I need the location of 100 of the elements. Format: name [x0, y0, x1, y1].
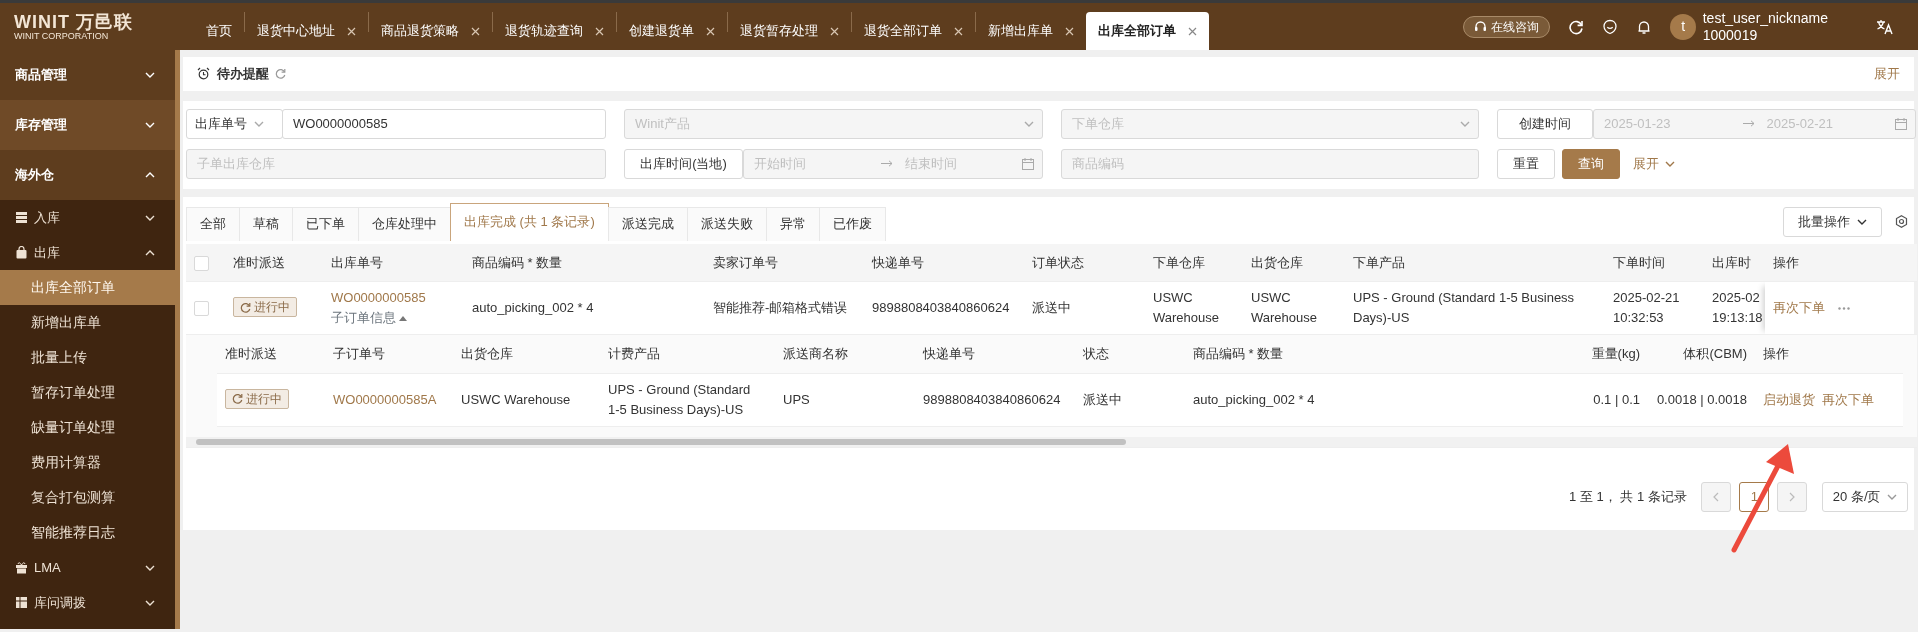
text-input[interactable]: WO0000000585: [291, 112, 597, 135]
sidebar-link[interactable]: 出库全部订单: [0, 270, 175, 305]
page-tab[interactable]: 商品退货策略: [369, 12, 492, 50]
close-icon[interactable]: [830, 26, 839, 36]
page-tab[interactable]: 退货中心地址: [245, 12, 368, 50]
close-icon[interactable]: [1065, 26, 1074, 36]
column-header: 出库时: [1706, 243, 1765, 282]
column-header: 下单时间: [1605, 243, 1706, 282]
page-tab[interactable]: 退货全部订单: [852, 12, 975, 50]
page-tab[interactable]: 出库全部订单: [1086, 12, 1209, 50]
chevron-left-icon: [1713, 491, 1720, 502]
close-icon[interactable]: [471, 26, 480, 36]
search-button[interactable]: 查询: [1561, 148, 1620, 179]
chevron-down-icon: [1887, 493, 1897, 500]
refresh-icon: [275, 68, 286, 79]
action-link[interactable]: 启动退货: [1763, 389, 1815, 410]
table-cell: UPS - Ground (Standard 1-5 Business Days)-US: [1345, 281, 1605, 335]
sidebar-link[interactable]: 暂存订单处理: [0, 375, 175, 410]
reset-button[interactable]: 重置: [1497, 148, 1555, 179]
date-type-button[interactable]: 创建时间: [1497, 108, 1593, 139]
chevron-down-icon: [145, 599, 155, 606]
chevron-down-icon: [145, 564, 155, 571]
sub-order-link[interactable]: WO0000000585A: [325, 373, 453, 426]
sidebar-group[interactable]: 海外仓: [0, 150, 175, 200]
sidebar-group[interactable]: 商品管理: [0, 50, 175, 100]
close-icon[interactable]: [954, 26, 963, 36]
status-tab[interactable]: 已下单: [292, 206, 359, 241]
sidebar-link[interactable]: 新增出库单: [0, 305, 175, 340]
expand-link[interactable]: 展开: [1874, 63, 1900, 84]
refresh-icon: [240, 301, 251, 313]
status-tab[interactable]: 派送失败: [686, 206, 767, 241]
close-icon[interactable]: [1188, 26, 1197, 36]
sidebar-link[interactable]: 缺量订单处理: [0, 410, 175, 445]
page-tab[interactable]: 首页: [194, 12, 244, 50]
settings-icon[interactable]: [1894, 215, 1908, 228]
sub-order-toggle[interactable]: 子订单信息: [331, 308, 408, 328]
order-number-link[interactable]: WO0000000585: [331, 288, 456, 308]
sidebar-item[interactable]: 库问调拨: [0, 585, 175, 620]
status-tab[interactable]: 仓库处理中: [358, 206, 451, 241]
table-cell: UPS - Ground (Standard 1-5 Business Days)-US: [600, 373, 775, 426]
sidebar-group[interactable]: 库存管理: [0, 100, 175, 150]
smiley-icon[interactable]: [1602, 18, 1619, 35]
chevron-down-icon: [1460, 120, 1470, 127]
close-icon[interactable]: [706, 26, 715, 36]
status-tab[interactable]: 草稿: [239, 206, 293, 241]
action-link[interactable]: 再次下单: [1821, 389, 1874, 410]
sidebar-link[interactable]: 批量上传: [0, 340, 175, 375]
sidebar-item[interactable]: LMA: [0, 550, 175, 585]
table-cell: USWC Warehouse: [1243, 281, 1345, 335]
chevron-down-icon: [145, 72, 155, 78]
user-avatar[interactable]: t: [1670, 13, 1697, 40]
field-type-select[interactable]: 出库单号: [186, 108, 283, 139]
page-size-select[interactable]: 20 条/页: [1821, 481, 1908, 512]
select-all-checkbox[interactable]: [194, 255, 209, 271]
table-cell: 智能推荐-邮箱格式错误: [705, 281, 864, 335]
refresh-icon: [232, 393, 243, 405]
status-tab[interactable]: 异常: [765, 206, 820, 241]
chevron-down-icon: [1024, 120, 1034, 127]
status-tab[interactable]: 出库完成 (共 1 条记录): [450, 202, 609, 241]
sidebar-item[interactable]: 出库: [0, 235, 175, 270]
sidebar-link[interactable]: 智能推荐日志: [0, 515, 175, 550]
page-tab[interactable]: 创建退货单: [617, 12, 727, 50]
status-tab[interactable]: 派送完成: [607, 206, 688, 241]
horizontal-scrollbar[interactable]: [186, 436, 1917, 447]
status-tab[interactable]: 全部: [186, 206, 240, 241]
page-tab[interactable]: 新增出库单: [976, 12, 1086, 50]
refresh-icon[interactable]: [1568, 18, 1585, 35]
table-cell: 派送中: [1024, 281, 1145, 335]
table-cell: 9898808403840860624: [915, 373, 1075, 426]
table-cell: auto_picking_002 * 4: [464, 281, 705, 335]
arrow-right-icon: [1742, 120, 1755, 127]
table-cell: 2025-02 19:13:18: [1706, 281, 1765, 335]
pagination-summary: 1 至 1， 共 1 条记录: [1569, 487, 1687, 506]
column-header: 出货仓库: [1243, 243, 1345, 282]
column-header: 出库单号: [323, 243, 464, 282]
sidebar-link[interactable]: 费用计算器: [0, 445, 175, 480]
column-header: 下单产品: [1345, 243, 1605, 282]
page-tab[interactable]: 退货轨迹查询: [493, 12, 616, 50]
sidebar-link[interactable]: 复合打包测算: [0, 480, 175, 515]
time-type-button[interactable]: 出库时间(当地): [624, 148, 743, 179]
translate-icon[interactable]: [1876, 18, 1894, 35]
row-checkbox[interactable]: [194, 301, 209, 317]
status-tab[interactable]: 已作废: [818, 206, 886, 241]
chevron-down-icon: [145, 122, 155, 128]
user-name: test_user_nickname 1000019: [1702, 9, 1828, 44]
close-icon[interactable]: [347, 26, 356, 36]
reorder-link[interactable]: 再次下单: [1773, 298, 1825, 318]
alarm-icon: [197, 67, 210, 80]
calendar-icon: [1895, 117, 1907, 130]
bag-icon: [15, 246, 28, 259]
column-header: 商品编码 * 数量: [464, 243, 705, 282]
expand-filters-button[interactable]: 展开: [1632, 153, 1675, 174]
bell-icon[interactable]: [1636, 18, 1653, 35]
consult-button[interactable]: 在线咨询: [1463, 15, 1551, 38]
batch-actions-button[interactable]: 批量操作: [1783, 206, 1882, 237]
order-number-field[interactable]: WO0000000585: [282, 108, 606, 139]
page-tab[interactable]: 退货暂存处理: [728, 12, 851, 50]
sidebar-item[interactable]: 入库: [0, 200, 175, 235]
more-icon[interactable]: [1838, 306, 1850, 310]
close-icon[interactable]: [595, 26, 604, 36]
